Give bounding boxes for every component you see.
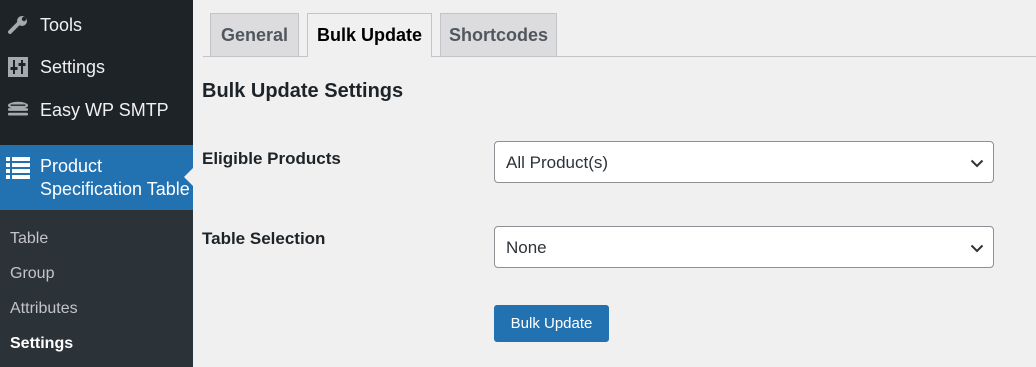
page-title: Bulk Update Settings: [202, 80, 404, 102]
admin-sidebar: Tools Settings Easy WP SMTP Product Spec…: [0, 0, 193, 367]
submenu-item-table[interactable]: Table: [10, 230, 48, 248]
sidebar-item-tools[interactable]: Tools: [0, 5, 193, 45]
eligible-products-value: All Product(s): [506, 153, 609, 172]
submenu-item-group[interactable]: Group: [10, 265, 54, 283]
sidebar-active-label-line1: Product: [40, 156, 103, 176]
bulk-update-button[interactable]: Bulk Update: [494, 305, 609, 342]
list-icon: [5, 155, 31, 181]
sidebar-item-label: Easy WP SMTP: [40, 99, 169, 120]
chevron-down-icon: [970, 241, 984, 253]
sidebar-item-settings[interactable]: Settings: [0, 47, 193, 87]
sidebar-item-easy-wp-smtp[interactable]: Easy WP SMTP: [0, 90, 193, 130]
sidebar-active-label-line2: Specification Table: [40, 179, 190, 199]
sidebar-item-label: Tools: [40, 14, 83, 35]
tab-general[interactable]: General: [210, 13, 299, 56]
current-menu-pointer: [184, 168, 193, 186]
eligible-products-label: Eligible Products: [202, 149, 341, 168]
settings-sliders-icon: [7, 56, 29, 78]
tab-shortcodes[interactable]: Shortcodes: [440, 13, 557, 56]
sidebar-item-product-specification-table[interactable]: Product Specification Table: [0, 145, 193, 210]
submenu-item-settings[interactable]: Settings: [10, 335, 73, 353]
eligible-products-select[interactable]: All Product(s): [494, 141, 994, 183]
tab-bulk-update[interactable]: Bulk Update: [307, 13, 432, 57]
wrench-icon: [7, 14, 29, 36]
chevron-down-icon: [970, 156, 984, 168]
main-content: General Bulk Update Shortcodes Bulk Upda…: [193, 0, 1036, 367]
submenu-item-attributes[interactable]: Attributes: [10, 300, 78, 318]
sidebar-item-label: Settings: [40, 56, 106, 77]
app-frame: Tools Settings Easy WP SMTP Product Spec…: [0, 0, 1036, 367]
sidebar-active-label: Product Specification Table: [40, 155, 190, 201]
table-selection-select[interactable]: None: [494, 226, 994, 268]
table-selection-label: Table Selection: [202, 229, 326, 248]
table-selection-value: None: [506, 238, 547, 257]
mail-stack-icon: [7, 99, 29, 121]
sidebar-submenu: Table Group Attributes Settings: [0, 210, 193, 367]
